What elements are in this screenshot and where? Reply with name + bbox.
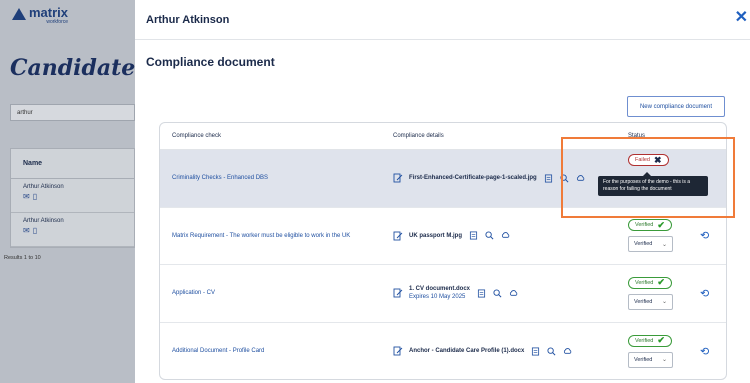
table-row[interactable]: Arthur Atkinson ✉▯: [11, 213, 134, 247]
status-badge: Verified ✔: [628, 219, 672, 232]
candidates-table: Name Arthur Atkinson ✉▯ Arthur Atkinson …: [10, 148, 135, 248]
view-document-icon[interactable]: [544, 174, 553, 183]
compliance-details: 1. CV document.docx Expires 10 May 2025: [393, 286, 518, 300]
status-select-value: Verified: [634, 241, 653, 248]
column-status: Status: [628, 133, 646, 139]
drawer-title: Arthur Atkinson: [135, 0, 750, 40]
checkmark-icon: ✔: [657, 335, 665, 346]
cloud-download-icon[interactable]: [509, 289, 518, 298]
compliance-details: First-Enhanced-Certificate-page-1-scaled…: [393, 173, 585, 183]
page-heading: Candidates: [10, 55, 148, 81]
status-cell: Verified ✔ Verified ⌄: [628, 276, 673, 310]
chevron-down-icon: ⌄: [661, 357, 667, 364]
chevron-down-icon: ⌄: [661, 299, 667, 306]
undo-icon[interactable]: ⟲: [700, 287, 709, 300]
document-edit-icon[interactable]: [393, 288, 403, 298]
contact-icons: ✉▯: [23, 192, 122, 201]
document-edit-icon[interactable]: [393, 173, 403, 183]
compliance-table: Compliance check Compliance details Stat…: [159, 122, 727, 380]
cloud-download-icon[interactable]: [501, 231, 510, 240]
search-input[interactable]: arthur: [10, 104, 135, 121]
table-header: Compliance check Compliance details Stat…: [160, 123, 726, 150]
cross-icon: ✖: [653, 154, 662, 165]
mail-icon[interactable]: ✉: [23, 192, 33, 201]
table-row: Additional Document - Profile Card Ancho…: [160, 323, 726, 380]
table-row: Application - CV 1. CV document.docx Exp…: [160, 265, 726, 323]
column-compliance-check: Compliance check: [172, 133, 222, 139]
status-label: Failed: [635, 157, 650, 163]
file-name[interactable]: UK passport M.jpg: [409, 233, 462, 239]
chevron-down-icon: ⌄: [661, 241, 667, 248]
search-icon[interactable]: [560, 174, 569, 183]
close-icon[interactable]: ✕: [735, 10, 748, 26]
status-label: Verified: [635, 337, 654, 344]
phone-icon[interactable]: ▯: [33, 192, 40, 201]
status-select-value: Verified: [634, 298, 653, 305]
compliance-details: UK passport M.jpg: [393, 231, 510, 241]
status-select[interactable]: Verified ⌄: [628, 293, 673, 310]
candidate-name: Arthur Atkinson: [23, 218, 64, 224]
cloud-download-icon[interactable]: [576, 174, 585, 183]
status-select[interactable]: Verified ⌄: [628, 351, 673, 368]
logo-name: matrix: [29, 5, 69, 20]
failure-reason-tooltip: For the purposes of the demo - this is a…: [598, 172, 708, 196]
search-icon[interactable]: [547, 347, 556, 356]
search-icon[interactable]: [485, 231, 494, 240]
status-cell: Verified ✔ Verified ⌄: [628, 219, 673, 253]
status-badge: Failed ✖: [628, 154, 669, 166]
status-select-value: Verified: [634, 356, 653, 363]
status-cell: Failed ✖: [628, 154, 669, 166]
status-select[interactable]: Verified ⌄: [628, 236, 673, 253]
name-column-header: Name: [11, 149, 134, 179]
view-document-icon[interactable]: [531, 347, 540, 356]
checkmark-icon: ✔: [657, 219, 665, 230]
table-row[interactable]: Arthur Atkinson ✉▯: [11, 179, 134, 213]
view-document-icon[interactable]: [469, 231, 478, 240]
status-badge: Verified ✔: [628, 276, 672, 289]
phone-icon[interactable]: ▯: [33, 226, 40, 235]
status-label: Verified: [635, 222, 654, 229]
status-badge: Verified ✔: [628, 334, 672, 347]
cloud-download-icon[interactable]: [563, 347, 572, 356]
results-count: Results 1 to 10: [4, 255, 41, 261]
checkmark-icon: ✔: [657, 277, 665, 288]
compliance-check-text: Criminality Checks - Enhanced DBS: [172, 175, 269, 182]
undo-icon[interactable]: ⟲: [700, 345, 709, 358]
compliance-details: Anchor - Candidate Care Profile (1).docx: [393, 346, 572, 356]
document-edit-icon[interactable]: [393, 346, 403, 356]
contact-icons: ✉▯: [23, 226, 122, 235]
search-icon[interactable]: [493, 289, 502, 298]
file-info: 1. CV document.docx Expires 10 May 2025: [409, 286, 470, 300]
new-compliance-document-button[interactable]: New compliance document: [627, 96, 725, 117]
compliance-check-text: Matrix Requirement - The worker must be …: [172, 232, 351, 239]
compliance-check-text: Application - CV: [172, 290, 216, 297]
compliance-check-text: Additional Document - Profile Card: [172, 348, 265, 355]
status-cell: Verified ✔ Verified ⌄: [628, 334, 673, 368]
file-name[interactable]: First-Enhanced-Certificate-page-1-scaled…: [409, 175, 537, 181]
matrix-logo: matrix workforce: [12, 6, 68, 25]
file-name[interactable]: Anchor - Candidate Care Profile (1).docx: [409, 348, 524, 354]
file-name[interactable]: 1. CV document.docx: [409, 286, 470, 292]
status-label: Verified: [635, 279, 654, 286]
mail-icon[interactable]: ✉: [23, 226, 33, 235]
column-compliance-details: Compliance details: [393, 133, 444, 139]
logo-triangle-icon: [12, 8, 26, 20]
document-edit-icon[interactable]: [393, 231, 403, 241]
candidate-name: Arthur Atkinson: [23, 184, 64, 190]
view-document-icon[interactable]: [477, 289, 486, 298]
table-row: Matrix Requirement - The worker must be …: [160, 208, 726, 265]
expiry-date: Expires 10 May 2025: [409, 294, 466, 301]
undo-icon[interactable]: ⟲: [700, 229, 709, 242]
section-title: Compliance document: [146, 55, 275, 69]
